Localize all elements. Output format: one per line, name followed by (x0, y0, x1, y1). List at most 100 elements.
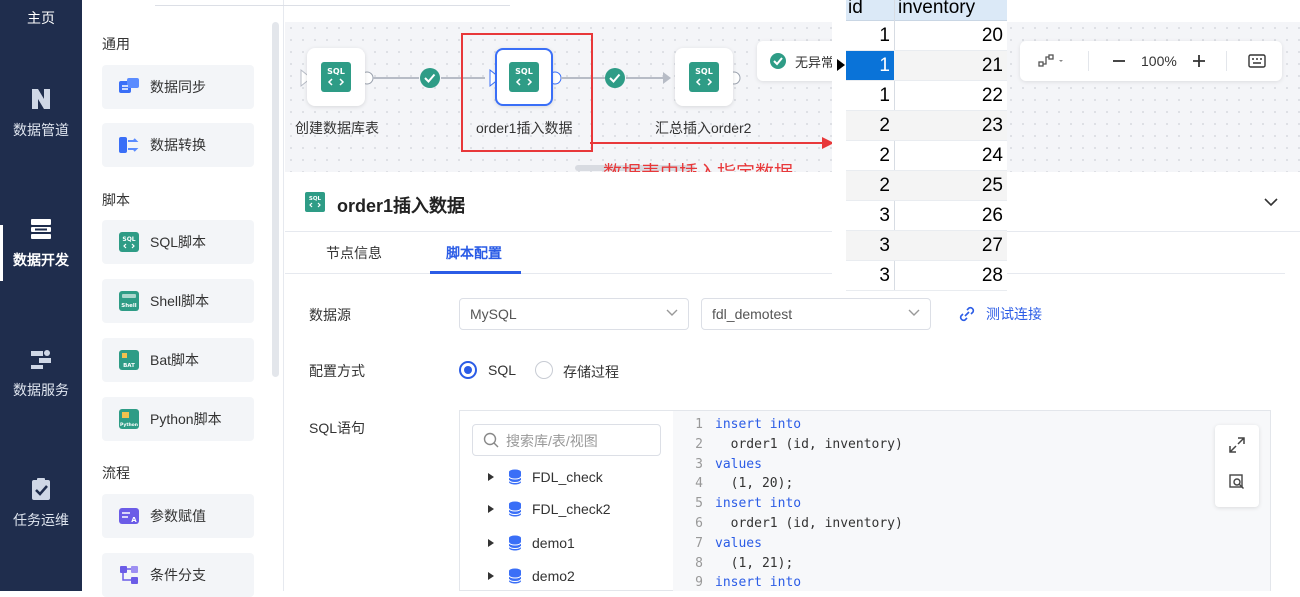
zoom-in-icon[interactable] (1192, 54, 1206, 68)
tree-item-label: demo1 (532, 535, 575, 551)
code-text: order1 (id, inventory) (715, 516, 903, 531)
shell-script-icon: Shell (119, 291, 139, 311)
chevron-down-icon[interactable] (1264, 198, 1278, 207)
caret-right-icon (488, 505, 494, 513)
datasource-type-select[interactable]: MySQL (459, 298, 689, 330)
expand-icon[interactable] (1229, 437, 1245, 453)
cell-id: 2 (879, 175, 890, 196)
line-number: 5 (695, 496, 703, 512)
table-row[interactable]: 3 27 (846, 231, 1007, 261)
palette-item-label: SQL脚本 (150, 234, 207, 250)
table-row[interactable]: 3 26 (846, 201, 1007, 231)
palette-scrollbar[interactable] (272, 22, 279, 377)
svg-text:Shell: Shell (121, 303, 136, 309)
tab-node-info[interactable]: 节点信息 (326, 243, 382, 263)
table-row-marker-gutter (832, 0, 846, 291)
line-number: 8 (695, 555, 703, 571)
keyboard-icon[interactable] (1248, 54, 1266, 68)
line-number: 6 (695, 516, 703, 531)
zoom-out-icon[interactable] (1112, 54, 1126, 68)
table-header: id inventory (846, 0, 1007, 21)
code-text: order1 (id, inventory) (715, 437, 903, 452)
tree-item-label: FDL_check2 (532, 501, 611, 517)
palette-item-label: Shell脚本 (150, 293, 210, 309)
data-transform-icon (119, 137, 139, 153)
nav-item-dev[interactable]: 数据开发 (0, 216, 82, 270)
tree-item-db[interactable]: demo2 (488, 568, 575, 584)
chevron-down-icon (908, 309, 920, 316)
palette-item-param-assign[interactable]: A 参数赋值 (102, 494, 254, 538)
sql-node-icon: SQL (321, 62, 351, 92)
code-text: values (715, 457, 762, 472)
nav-item-task[interactable]: 任务运维 (0, 476, 82, 530)
code-editor-tools (1215, 425, 1259, 507)
active-tab-indicator (430, 271, 521, 274)
sql-node-icon: SQL (689, 62, 719, 92)
sql-statement-label: SQL语句 (309, 420, 366, 436)
datasource-db-value: fdl_demotest (712, 306, 793, 322)
radio-stored-procedure[interactable] (535, 361, 553, 379)
sql-text: (1, 20); (715, 476, 794, 492)
table-row[interactable]: 3 28 (846, 261, 1007, 291)
cell-inventory: 24 (981, 145, 1003, 166)
cell-inventory: 27 (981, 235, 1003, 256)
radio-sql[interactable] (459, 361, 477, 379)
datasource-db-select[interactable]: fdl_demotest (701, 298, 931, 330)
caret-right-icon (488, 572, 494, 580)
test-connection-link[interactable]: 测试连接 (958, 304, 1042, 324)
sql-keyword: values (715, 456, 762, 472)
table-row[interactable]: 2 24 (846, 141, 1007, 171)
datasource-label: 数据源 (309, 307, 351, 323)
database-icon (508, 501, 522, 517)
cell-inventory: 25 (981, 175, 1003, 196)
palette-item-python-script[interactable]: Python Python脚本 (102, 397, 254, 441)
toolbar-divider (1088, 51, 1089, 71)
tree-item-db[interactable]: demo1 (488, 535, 575, 551)
table-row[interactable]: 1 21 (846, 51, 1007, 81)
cell-id: 1 (879, 25, 890, 46)
palette-item-shell-script[interactable]: Shell Shell脚本 (102, 279, 254, 323)
flow-node-summary-insert[interactable]: SQL (675, 48, 733, 106)
cell-id: 2 (879, 145, 890, 166)
palette-item-condition-branch[interactable]: 条件分支 (102, 553, 254, 597)
code-text: insert into (715, 496, 801, 511)
svg-text:Python: Python (120, 422, 138, 428)
zoom-level: 100% (1141, 53, 1177, 69)
palette-item-sql-script[interactable]: SQL SQL脚本 (102, 220, 254, 264)
tree-search-input[interactable]: 搜索库/表/视图 (472, 424, 661, 456)
canvas-toolbar: 100% (1020, 41, 1282, 81)
palette-item-label: 参数赋值 (150, 508, 206, 524)
tree-item-db[interactable]: FDL_check2 (488, 501, 611, 517)
palette-item-bat-script[interactable]: BAT Bat脚本 (102, 338, 254, 382)
palette-item-data-transform[interactable]: 数据转换 (102, 123, 254, 167)
table-row[interactable]: 1 20 (846, 21, 1007, 51)
palette-item-label: 数据转换 (150, 137, 206, 153)
nav-item-label: 任务运维 (13, 512, 69, 528)
table-row[interactable]: 2 25 (846, 171, 1007, 201)
format-search-icon[interactable] (1229, 474, 1245, 490)
tab-script-config[interactable]: 脚本配置 (446, 243, 502, 263)
node-palette: 通用 数据同步 数据转换 脚本 SQL SQL脚本 Shell Shell脚本 (82, 0, 284, 597)
palette-section-general: 通用 (102, 36, 130, 52)
flow-node-create-table[interactable]: SQL (307, 48, 365, 106)
nav-item-pipeline[interactable]: 数据管道 (0, 86, 82, 140)
task-icon (32, 478, 50, 500)
sql-code-editor[interactable]: 1 insert into 2 order1 (id, inventory) 3 val… (673, 411, 1270, 591)
table-row[interactable]: 2 23 (846, 111, 1007, 141)
layout-icon[interactable] (1038, 53, 1066, 69)
config-mode-label: 配置方式 (309, 363, 365, 379)
svg-text:BAT: BAT (123, 363, 135, 369)
nav-home[interactable]: 主页 (0, 8, 82, 28)
palette-item-data-sync[interactable]: 数据同步 (102, 65, 254, 109)
table-row[interactable]: 1 22 (846, 81, 1007, 111)
tree-item-db[interactable]: FDL_check (488, 469, 603, 485)
caret-right-icon (488, 473, 494, 481)
palette-section-script: 脚本 (102, 192, 130, 208)
nav-item-service[interactable]: 数据服务 (0, 346, 82, 400)
success-check-icon (770, 53, 786, 69)
sql-text: order1 (id, inventory) (715, 516, 903, 531)
cell-id: 3 (879, 205, 890, 226)
tree-search-placeholder: 搜索库/表/视图 (506, 433, 598, 449)
svg-text:A: A (131, 516, 137, 524)
tree-item-label: FDL_check (532, 469, 603, 485)
